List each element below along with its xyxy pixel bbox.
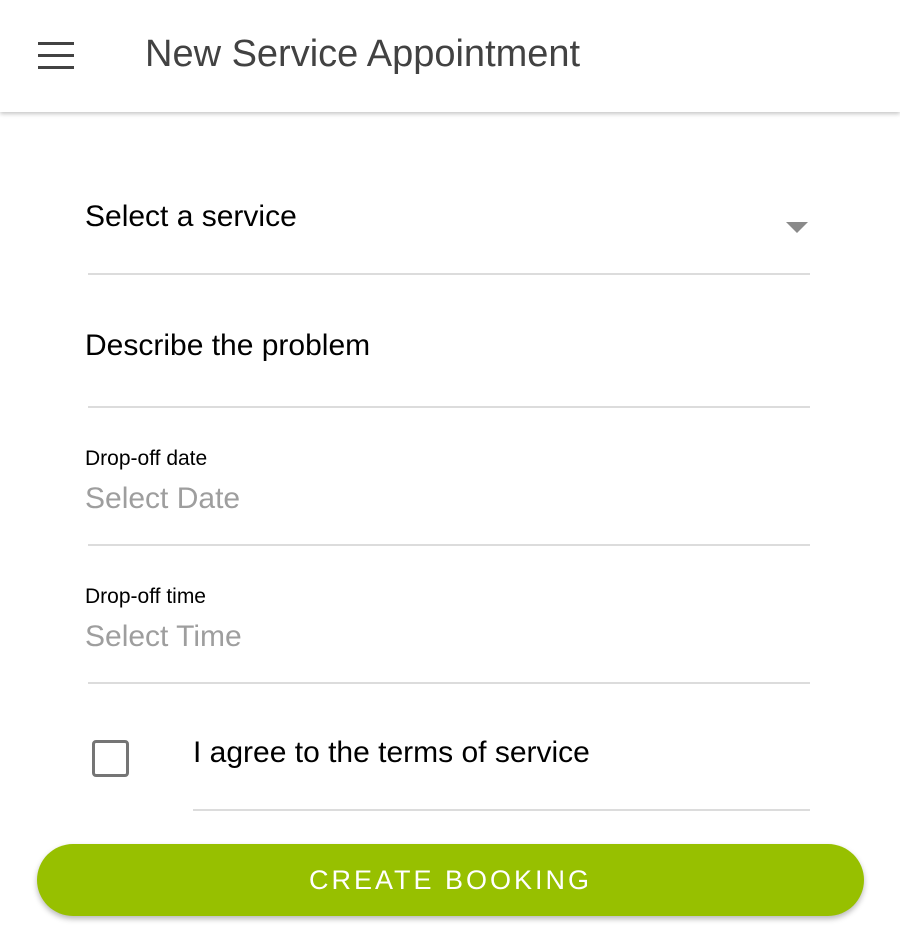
menu-button[interactable] <box>24 32 88 80</box>
terms-checkbox[interactable] <box>92 740 129 777</box>
problem-description-underline <box>88 406 810 408</box>
create-booking-button[interactable]: CREATE BOOKING <box>37 844 864 916</box>
dropoff-time-field[interactable]: Drop-off time Select Time <box>85 578 810 686</box>
problem-description-field[interactable]: Describe the problem <box>85 310 810 410</box>
dropoff-time-placeholder: Select Time <box>85 620 242 653</box>
dropdown-caret-icon <box>786 222 808 233</box>
dropoff-time-label: Drop-off time <box>85 585 206 608</box>
dropoff-date-placeholder: Select Date <box>85 482 241 515</box>
terms-underline <box>193 809 810 811</box>
dropoff-date-underline <box>88 544 810 546</box>
terms-label[interactable]: I agree to the terms of service <box>193 736 590 770</box>
dropoff-time-underline <box>88 682 810 684</box>
service-select[interactable]: Select a service <box>85 180 810 280</box>
page-title: New Service Appointment <box>145 33 581 75</box>
app-bar: New Service Appointment <box>0 0 900 112</box>
dropoff-date-field[interactable]: Drop-off date Select Date <box>85 440 810 548</box>
problem-description-label: Describe the problem <box>85 329 371 362</box>
service-select-underline <box>88 273 810 275</box>
service-select-label: Select a service <box>85 200 297 233</box>
dropoff-date-label: Drop-off date <box>85 447 208 470</box>
